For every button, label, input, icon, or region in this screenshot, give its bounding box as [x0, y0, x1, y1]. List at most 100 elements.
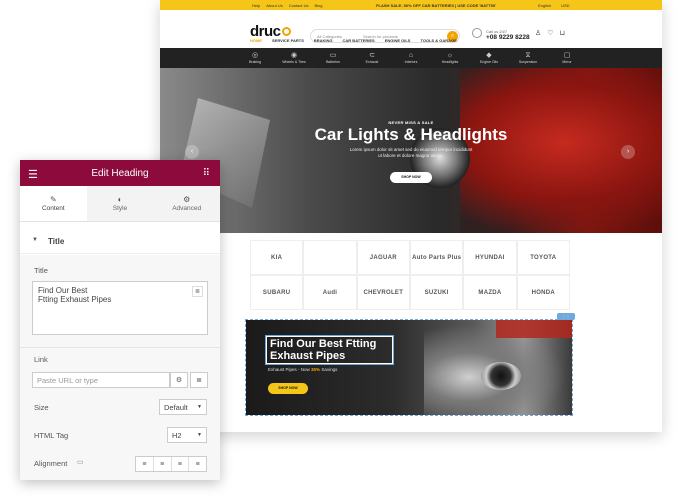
- brand-logo[interactable]: HONDA: [516, 275, 570, 310]
- divider: [20, 347, 220, 348]
- brand-grid: KIA JAGUAR Auto Parts Plus HYUNDAI TOYOT…: [250, 240, 570, 310]
- edit-heading-panel: ☰ Edit Heading ⠿ ✎ Content ◐ Style ⚙ Advanc…: [20, 160, 220, 480]
- section-label: Title: [48, 237, 65, 246]
- website-preview: Help About Us Contact Us Blog ⚡ FLASH SA…: [160, 0, 662, 432]
- section-handle[interactable]: ⋮⋮: [557, 313, 575, 320]
- category-bar: ◎ Braking ◉ Wheels & Tires ▭ Batteries ⊂ Exh…: [160, 48, 662, 68]
- brand-logo[interactable]: HYUNDAI: [463, 240, 517, 275]
- banner-image-bumper: [496, 320, 572, 338]
- category-braking[interactable]: ◎ Braking: [236, 48, 275, 68]
- link-input[interactable]: Paste URL or type: [32, 372, 170, 388]
- site-header: druc All Categories Search for products …: [160, 10, 662, 43]
- chevron-down-icon: ▼: [197, 404, 202, 410]
- wheel-icon: ◉: [290, 52, 298, 59]
- title-textarea[interactable]: Find Our Best Ftting Exhaust Pipes ≣: [32, 281, 208, 335]
- mirror-icon: ▢: [563, 52, 571, 59]
- battery-icon: ▭: [329, 52, 337, 59]
- user-icon[interactable]: ♙: [535, 29, 541, 37]
- tab-style[interactable]: ◐ Style: [87, 186, 154, 221]
- link-settings-gear-icon[interactable]: ⚙: [170, 372, 188, 388]
- brake-icon: ◎: [251, 52, 259, 59]
- topbar-link[interactable]: Help: [252, 3, 260, 8]
- category-exhaust[interactable]: ⊂ Exhaust: [353, 48, 392, 68]
- caret-down-icon: ▼: [32, 237, 38, 243]
- category-batteries[interactable]: ▭ Batteries: [314, 48, 353, 68]
- brand-logo[interactable]: [303, 240, 357, 275]
- category-suspension[interactable]: ⧖ Suspension: [509, 48, 548, 68]
- brand-logo[interactable]: MAZDA: [463, 275, 517, 310]
- nav-home[interactable]: HOME: [250, 38, 262, 43]
- wishlist-icon[interactable]: ♡: [547, 29, 553, 37]
- nav-tools-garage[interactable]: TOOLS & GARAGE: [420, 38, 456, 43]
- brand-logo[interactable]: KIA: [250, 240, 304, 275]
- tab-content[interactable]: ✎ Content: [20, 186, 87, 221]
- category-wheels[interactable]: ◉ Wheels & Tires: [275, 48, 314, 68]
- brand-logo[interactable]: Audi: [303, 275, 357, 310]
- hero-shop-button[interactable]: SHOP NOW: [390, 172, 432, 183]
- database-icon[interactable]: ≣: [190, 372, 208, 388]
- language-select[interactable]: English: [538, 3, 551, 8]
- suspension-icon: ⧖: [525, 52, 531, 59]
- banner-image-exhaust: [481, 362, 521, 390]
- nav-engine-oils[interactable]: ENGINE OILS: [385, 38, 411, 43]
- html-tag-select[interactable]: H2 ▼: [167, 427, 207, 443]
- html-tag-label: HTML Tag: [34, 431, 69, 440]
- tab-advanced[interactable]: ⚙ Advanced: [153, 186, 220, 221]
- topbar-link[interactable]: About Us: [266, 3, 282, 8]
- brand-logo[interactable]: TOYOTA: [516, 240, 570, 275]
- brand-logo[interactable]: CHEVROLET: [356, 275, 410, 310]
- brand-logo[interactable]: SUBARU: [250, 275, 304, 310]
- align-center-icon[interactable]: ≡: [154, 457, 172, 471]
- category-headlights[interactable]: ☼ Headlights: [431, 48, 470, 68]
- grid-icon[interactable]: ⠿: [203, 168, 210, 179]
- banner-shop-button[interactable]: SHOP NOW: [268, 383, 308, 394]
- category-interiors[interactable]: ⌂ Interiors: [392, 48, 431, 68]
- size-select[interactable]: Default ▼: [159, 399, 207, 415]
- interior-icon: ⌂: [408, 52, 414, 59]
- headlight-icon: ☼: [446, 52, 454, 59]
- panel-title: Edit Heading: [91, 168, 149, 179]
- alignment-group: ≡ ≡ ≡ ≡: [135, 456, 207, 472]
- section-toggle-title[interactable]: ▼ Title: [20, 230, 220, 254]
- cart-icon[interactable]: ⊔: [560, 29, 565, 37]
- nav-service-parts[interactable]: SERVICE PARTS: [272, 38, 304, 43]
- exhaust-icon: ⊂: [369, 52, 375, 59]
- currency-select[interactable]: USD: [561, 3, 569, 8]
- brand-logo[interactable]: SUZUKI: [409, 275, 464, 310]
- nav-car-batteries[interactable]: CAR BATTERIES: [343, 38, 375, 43]
- main-nav: HOME SERVICE PARTS BRAKING CAR BATTERIES…: [250, 38, 457, 43]
- brand-logo[interactable]: Auto Parts Plus: [409, 240, 464, 275]
- panel-header: ☰ Edit Heading ⠿: [20, 160, 220, 186]
- engine-oil-icon: ◆: [486, 52, 492, 59]
- title-label: Title: [34, 266, 48, 275]
- category-engine-oils[interactable]: ◆ Engine Oils: [470, 48, 509, 68]
- hero-title: Car Lights & Headlights: [314, 125, 508, 144]
- align-right-icon[interactable]: ≡: [172, 457, 190, 471]
- phone-number: +08 9229 8228: [486, 34, 530, 41]
- promo-text: ⚡ FLASH SALE: 50% OFF CAR BATTERIES | US…: [370, 3, 497, 8]
- controls-area: Title Find Our Best Ftting Exhaust Pipes…: [20, 255, 220, 480]
- chevron-down-icon: ▼: [197, 432, 202, 438]
- banner-title-line-1: Find Our Best Ftting: [270, 338, 377, 350]
- topbar-link[interactable]: Contact Us: [289, 3, 309, 8]
- top-bar: Help About Us Contact Us Blog ⚡ FLASH SA…: [160, 0, 662, 10]
- nav-braking[interactable]: BRAKING: [314, 38, 333, 43]
- panel-tabs: ✎ Content ◐ Style ⚙ Advanced: [20, 186, 220, 222]
- topbar-link[interactable]: Blog: [314, 3, 322, 8]
- headset-icon: [472, 28, 482, 38]
- desktop-icon[interactable]: ▭: [77, 458, 84, 466]
- promo-banner: Find Our Best Ftting Exhaust Pipes Exhau…: [245, 319, 573, 416]
- link-label: Link: [34, 355, 48, 364]
- size-label: Size: [34, 403, 49, 412]
- category-mirror[interactable]: ▢ Mirror: [548, 48, 587, 68]
- pencil-icon: ✎: [49, 195, 57, 204]
- banner-title-line-2: Exhaust Pipes: [270, 350, 346, 362]
- align-left-icon[interactable]: ≡: [136, 457, 154, 471]
- database-icon[interactable]: ≣: [192, 286, 203, 297]
- alignment-label: Alignment: [34, 459, 68, 468]
- brand-logo[interactable]: JAGUAR: [356, 240, 410, 275]
- logo-o-icon: [281, 27, 291, 36]
- hero-subtitle: Lorem ipsum dolor sit amet sed do eiusmo…: [349, 147, 473, 158]
- banner-subtitle: Exhaust Pipes - Now 35% Savings: [268, 367, 338, 372]
- align-justify-icon[interactable]: ≡: [189, 457, 206, 471]
